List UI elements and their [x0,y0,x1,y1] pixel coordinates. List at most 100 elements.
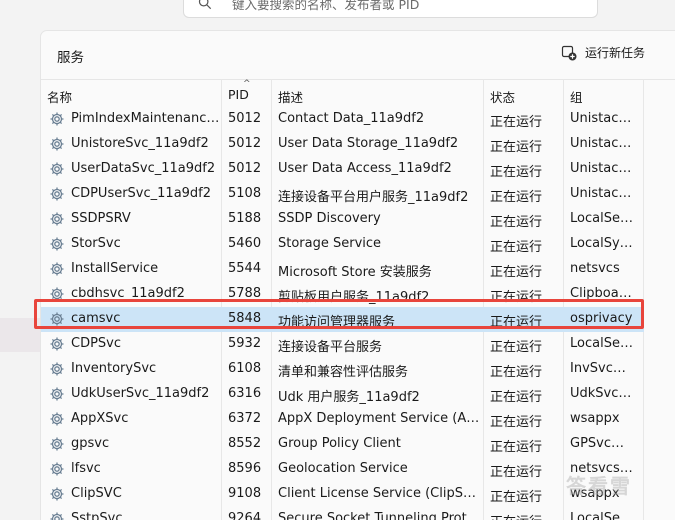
service-status: 正在运行 [490,115,543,130]
service-pid: 9108 [228,486,262,501]
service-name: AppXSvc [71,411,129,426]
service-pid: 5012 [228,136,262,151]
service-description: User Data Storage_11a9df2 [278,136,459,151]
service-status: 正在运行 [490,465,543,480]
gear-icon [50,162,64,176]
run-new-task-button[interactable]: 运行新任务 [561,44,645,61]
service-status: 正在运行 [490,390,543,405]
service-name: PimIndexMaintenance... [71,111,221,126]
table-row[interactable]: UnistoreSvc_11a9df2 5012 User Data Stora… [41,132,644,157]
gear-icon [50,212,64,226]
service-group: wsappx [570,411,620,426]
service-pid: 5932 [228,336,262,351]
services-panel: 服务 运行新任务 名称 ^ PID 描述 状态 组 PimIndexMainte… [40,30,675,520]
search-icon [198,0,212,10]
service-pid: 9264 [228,511,262,520]
service-description: Secure Socket Tunneling Prot... [278,511,480,520]
table-row[interactable]: SSDPSRV 5188 SSDP Discovery 正在运行 LocalSe… [41,207,644,232]
table-row[interactable]: ClipSVC 9108 Client License Service (Cli… [41,482,644,507]
watermark: 答看雪 [566,474,632,498]
service-description: Group Policy Client [278,436,401,451]
service-status: 正在运行 [490,315,543,330]
service-group: netsvcs [570,261,620,276]
table-row[interactable]: camsvc 5848 功能访问管理器服务 正在运行 osprivacy [41,307,644,332]
service-pid: 5108 [228,186,262,201]
gear-icon [50,287,64,301]
service-group: GPSvcGr... [570,436,634,451]
table-row[interactable]: AppXSvc 6372 AppX Deployment Service (Ap… [41,407,644,432]
column-header-status[interactable]: 状态 [490,87,515,106]
service-description: 连接设备平台用户服务_11a9df2 [278,190,469,205]
table-row[interactable]: lfsvc 8596 Geolocation Service 正在运行 nets… [41,457,644,482]
table-row[interactable]: cbdhsvc_11a9df2 5788 剪贴板用户服务_11a9df2 正在运… [41,282,644,307]
service-pid: 6108 [228,361,262,376]
table-row[interactable]: StorSvc 5460 Storage Service 正在运行 LocalS… [41,232,644,257]
service-group: LocalSer... [570,211,634,226]
gear-icon [50,262,64,276]
gear-icon [50,362,64,376]
service-status: 正在运行 [490,290,543,305]
service-status: 正在运行 [490,511,564,520]
service-status: 正在运行 [490,215,543,230]
table-row[interactable]: InstallService 5544 Microsoft Store 安装服务… [41,257,644,282]
service-pid: 5848 [228,311,262,326]
service-group: Unistack... [570,161,634,176]
service-description: 功能访问管理器服务 [278,315,396,330]
table-row[interactable]: PimIndexMaintenance... 5012 Contact Data… [41,107,644,132]
gear-icon [50,512,64,520]
table-row[interactable]: UdkUserSvc_11a9df2 6316 Udk 用户服务_11a9df2… [41,382,644,407]
service-pid: 5460 [228,236,262,251]
gear-icon [50,312,64,326]
column-header-desc[interactable]: 描述 [278,87,303,106]
service-status: 正在运行 [490,265,543,280]
column-header-name[interactable]: 名称 [47,87,72,106]
table-row[interactable]: gpsvc 8552 Group Policy Client 正在运行 GPSv… [41,432,644,457]
gear-icon [50,187,64,201]
service-pid: 5188 [228,211,262,226]
service-description: Storage Service [278,236,382,251]
service-pid: 6372 [228,411,262,426]
service-name: InventorySvc [71,361,157,376]
gear-icon [50,412,64,426]
service-name: InstallService [71,261,159,276]
service-name: camsvc [71,311,121,326]
service-pid: 5012 [228,111,262,126]
service-status: 正在运行 [490,340,543,355]
table-row[interactable]: SstpSvc 9264 Secure Socket Tunneling Pro… [41,507,644,520]
service-group: Unistack... [570,111,634,126]
gear-icon [50,462,64,476]
service-group: Unistack... [570,186,634,201]
table-row[interactable]: InventorySvc 6108 清单和兼容性评估服务 正在运行 InvSvc… [41,357,644,382]
service-description: Client License Service (ClipSVC) [278,486,483,501]
gear-icon [50,487,64,501]
gear-icon [50,137,64,151]
gear-icon [50,237,64,251]
table-row[interactable]: CDPUserSvc_11a9df2 5108 连接设备平台用户服务_11a9d… [41,182,644,207]
nav-strip-highlight [0,318,40,352]
service-name: UnistoreSvc_11a9df2 [71,136,209,151]
service-status: 正在运行 [490,190,543,205]
service-description: AppX Deployment Service (Ap... [278,411,483,426]
service-name: cbdhsvc_11a9df2 [71,286,185,301]
service-name: SstpSvc [71,511,123,520]
service-name: CDPSvc [71,336,122,351]
column-header-pid[interactable]: PID [228,87,249,102]
service-pid: 8596 [228,461,262,476]
service-description: 清单和兼容性评估服务 [278,365,409,380]
search-box[interactable]: 键入要搜索的名称、发布者或 PID [183,0,598,18]
service-pid: 5788 [228,286,262,301]
service-pid: 8552 [228,436,262,451]
service-group: UdkSvcG... [570,386,634,401]
service-status: 正在运行 [490,415,543,430]
table-row[interactable]: CDPSvc 5932 连接设备平台服务 正在运行 LocalSer... [41,332,644,357]
service-description: Contact Data_11a9df2 [278,111,425,126]
gear-icon [50,112,64,126]
service-name: gpsvc [71,436,110,451]
table-row[interactable]: UserDataSvc_11a9df2 5012 User Data Acces… [41,157,644,182]
service-status: 正在运行 [490,165,543,180]
column-header-group[interactable]: 组 [570,87,583,106]
service-description: Udk 用户服务_11a9df2 [278,390,420,405]
service-group: LocalSys... [570,236,634,251]
service-description: Microsoft Store 安装服务 [278,265,432,280]
run-new-task-label: 运行新任务 [585,46,646,60]
